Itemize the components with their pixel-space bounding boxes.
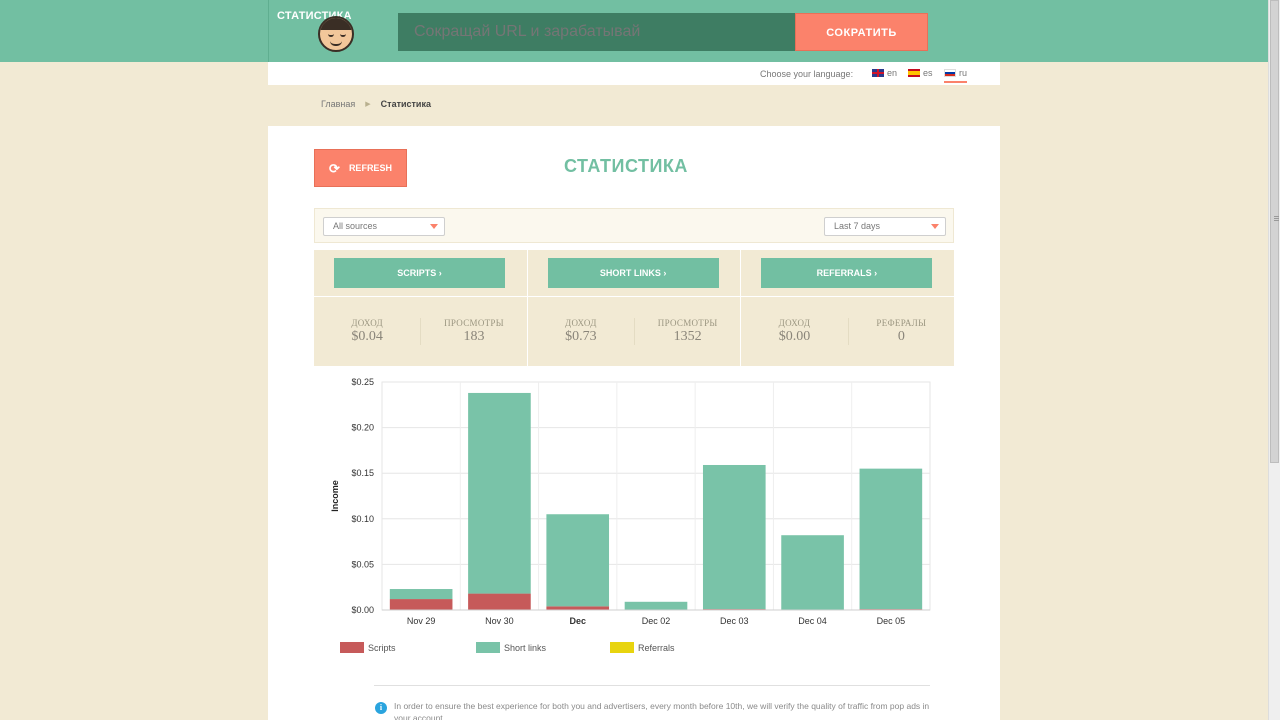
refresh-icon: ⟳: [329, 160, 340, 176]
plot-area: [381, 381, 931, 611]
stats-summary: SCRIPTS › ДОХОД $0.04 ПРОСМОТРЫ 183 SHOR…: [314, 250, 955, 366]
x-tick-label: Dec 02: [642, 616, 671, 626]
bar-short-links: [859, 468, 923, 610]
bar-short-links: [468, 392, 531, 594]
stats-section-short-links: SHORT LINKS › ДОХОД $0.73 ПРОСМОТРЫ 1352: [527, 250, 742, 366]
legend-label: Scripts: [368, 643, 396, 653]
filters-bar: All sources Last 7 days: [314, 208, 954, 243]
legend-swatch: [340, 642, 364, 653]
referrals-income: ДОХОД $0.00: [778, 318, 811, 344]
x-tick-label: Dec 05: [877, 616, 906, 626]
page-title: СТАТИСТИКА: [564, 156, 688, 176]
y-tick-label: $0.00: [351, 605, 374, 615]
scripts-button[interactable]: SCRIPTS ›: [334, 258, 505, 288]
legend-swatch: [476, 642, 500, 653]
x-tick-label: Dec 03: [720, 616, 749, 626]
language-bar: Choose your language: en es ru: [268, 62, 1000, 85]
scripts-income: ДОХОД $0.04: [351, 318, 383, 344]
y-axis-label: Income: [330, 480, 340, 512]
russia-flag-icon: [944, 69, 956, 77]
breadcrumb: Главная ▶ Статистика: [321, 99, 431, 109]
y-tick-label: $0.15: [351, 468, 374, 478]
scripts-views: ПРОСМОТРЫ 183: [420, 318, 526, 345]
header-divider: [268, 0, 269, 62]
income-chart-svg: $0.00 $0.05 $0.10 $0.15 $0.20 $0.25 Income Nov …: [330, 377, 931, 653]
scrollbar[interactable]: [1268, 0, 1280, 720]
referrals-count: РЕФЕРАЛЫ 0: [847, 318, 954, 345]
bar-scripts: [546, 606, 610, 610]
short-links-income: ДОХОД $0.73: [565, 318, 597, 344]
logo-avatar-icon[interactable]: [318, 16, 354, 52]
chevron-down-icon: [931, 224, 939, 229]
refresh-button[interactable]: ⟳ REFRESH: [314, 149, 407, 187]
bar-short-links: [546, 514, 610, 607]
source-select[interactable]: All sources: [323, 217, 445, 236]
bar-short-links: [389, 589, 453, 600]
top-header: СТАТИСТИКА СОКРАТИТЬ: [0, 0, 1268, 62]
chevron-down-icon: [430, 224, 438, 229]
info-icon: i: [375, 702, 387, 714]
shorten-url-input[interactable]: [398, 13, 796, 51]
bar-scripts: [468, 593, 531, 610]
spain-flag-icon: [908, 69, 920, 77]
main-panel: ⟳ REFRESH СТАТИСТИКА All sources Last 7 …: [268, 126, 1000, 720]
legend-swatch: [610, 642, 634, 653]
uk-flag-icon: [872, 69, 884, 77]
breadcrumb-home-link[interactable]: Главная: [321, 99, 355, 109]
scrollbar-thumb[interactable]: [1270, 0, 1279, 463]
y-tick-label: $0.05: [351, 559, 374, 569]
x-tick-label: Nov 30: [485, 616, 514, 626]
x-tick-label: Dec: [569, 616, 586, 626]
bar-short-links: [781, 535, 844, 610]
shorten-button[interactable]: СОКРАТИТЬ: [795, 13, 928, 51]
traffic-notice: i In order to ensure the best experience…: [374, 700, 934, 720]
bar-short-links: [624, 601, 688, 610]
language-option-es[interactable]: es: [908, 68, 933, 78]
language-label: Choose your language:: [760, 69, 854, 79]
y-tick-label: $0.25: [351, 377, 374, 387]
bar-short-links: [702, 464, 766, 610]
refresh-label: REFRESH: [348, 163, 392, 173]
short-links-views: ПРОСМОТРЫ 1352: [634, 318, 740, 345]
breadcrumb-arrow-icon: ▶: [365, 101, 371, 108]
legend-label: Short links: [504, 643, 547, 653]
y-tick-label: $0.20: [351, 423, 374, 433]
breadcrumb-current: Статистика: [380, 99, 431, 109]
language-option-ru[interactable]: ru: [944, 68, 968, 83]
bar-scripts: [389, 599, 453, 610]
referrals-button[interactable]: REFERRALS ›: [761, 258, 933, 288]
period-select[interactable]: Last 7 days: [824, 217, 946, 236]
x-tick-label: Dec 04: [798, 616, 827, 626]
y-tick-label: $0.10: [351, 514, 374, 524]
language-option-en[interactable]: en: [872, 68, 897, 78]
notice-divider: [374, 685, 930, 686]
stats-section-scripts: SCRIPTS › ДОХОД $0.04 ПРОСМОТРЫ 183: [314, 250, 528, 366]
notice-text: In order to ensure the best experience f…: [394, 701, 930, 720]
legend-label: Referrals: [638, 643, 675, 653]
income-chart: $0.00 $0.05 $0.10 $0.15 $0.20 $0.25 Income Nov …: [308, 370, 948, 670]
stats-section-referrals: REFERRALS › ДОХОД $0.00 РЕФЕРАЛЫ 0: [741, 250, 955, 366]
short-links-button[interactable]: SHORT LINKS ›: [547, 258, 719, 288]
x-tick-label: Nov 29: [407, 616, 436, 626]
